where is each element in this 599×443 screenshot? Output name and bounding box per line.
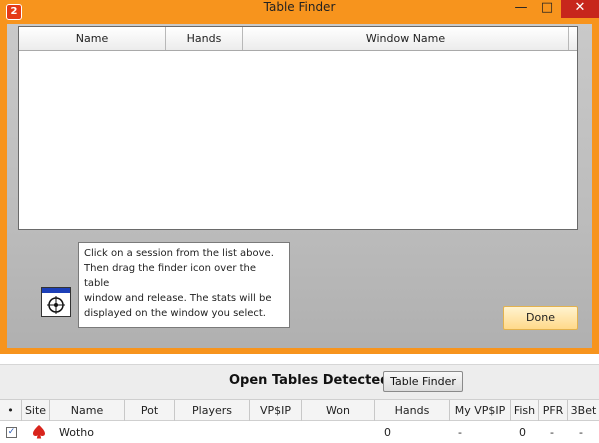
column-header-pot[interactable]: Pot (125, 400, 175, 421)
row-pfr: - (550, 426, 554, 439)
column-header-hands[interactable]: Hands (166, 27, 243, 50)
minimize-button[interactable]: — (508, 0, 534, 18)
close-button[interactable]: ✕ (561, 0, 599, 18)
title-bar[interactable]: 2 Table Finder — □ ✕ (0, 0, 599, 24)
open-tables-header: • Site Name Pot Players VP$IP Won Hands … (0, 399, 599, 421)
row-3bet: - (579, 426, 583, 439)
instructions-text: Click on a session from the list above. … (78, 242, 290, 328)
session-list[interactable]: Name Hands Window Name (18, 26, 578, 230)
row-fish: 0 (519, 426, 526, 439)
row-hands: 0 (384, 426, 391, 439)
table-finder-client: Name Hands Window Name Click on a sessio… (7, 24, 592, 348)
crosshair-svg (47, 296, 65, 314)
column-header-vpip[interactable]: VP$IP (250, 400, 302, 421)
column-header-select[interactable]: • (0, 400, 22, 421)
open-tables-panel: Open Tables Detected Table Finder (0, 364, 599, 399)
column-header-fish[interactable]: Fish (511, 400, 539, 421)
row-name: Wotho (59, 426, 94, 439)
column-header-hands[interactable]: Hands (375, 400, 450, 421)
maximize-button[interactable]: □ (534, 0, 560, 18)
column-header-name[interactable]: Name (19, 27, 166, 50)
column-header-3bet[interactable]: 3Bet (568, 400, 599, 421)
open-tables-title: Open Tables Detected (229, 373, 390, 388)
column-header-window-name[interactable]: Window Name (243, 27, 569, 50)
row-checkbox[interactable]: ✓ (6, 427, 17, 438)
column-header-name[interactable]: Name (50, 400, 125, 421)
table-finder-window: 2 Table Finder — □ ✕ Name Hands Window N… (0, 0, 599, 354)
row-my-vpip: - (458, 426, 462, 439)
column-header-players[interactable]: Players (175, 400, 250, 421)
poker-spade-icon (33, 425, 45, 439)
session-list-header: Name Hands Window Name (19, 27, 577, 51)
column-header-my-vpip[interactable]: My VP$IP (450, 400, 511, 421)
column-header-won[interactable]: Won (302, 400, 375, 421)
column-header-pfr[interactable]: PFR (539, 400, 568, 421)
lower-spacer (0, 354, 599, 364)
table-row[interactable]: ✓ Wotho 0 - 0 - - (0, 422, 599, 443)
done-button[interactable]: Done (503, 306, 578, 330)
crosshair-target-icon[interactable] (41, 287, 71, 317)
table-finder-button[interactable]: Table Finder (383, 371, 463, 392)
column-header-site[interactable]: Site (22, 400, 50, 421)
app-root: 2 Table Finder — □ ✕ Name Hands Window N… (0, 0, 599, 443)
